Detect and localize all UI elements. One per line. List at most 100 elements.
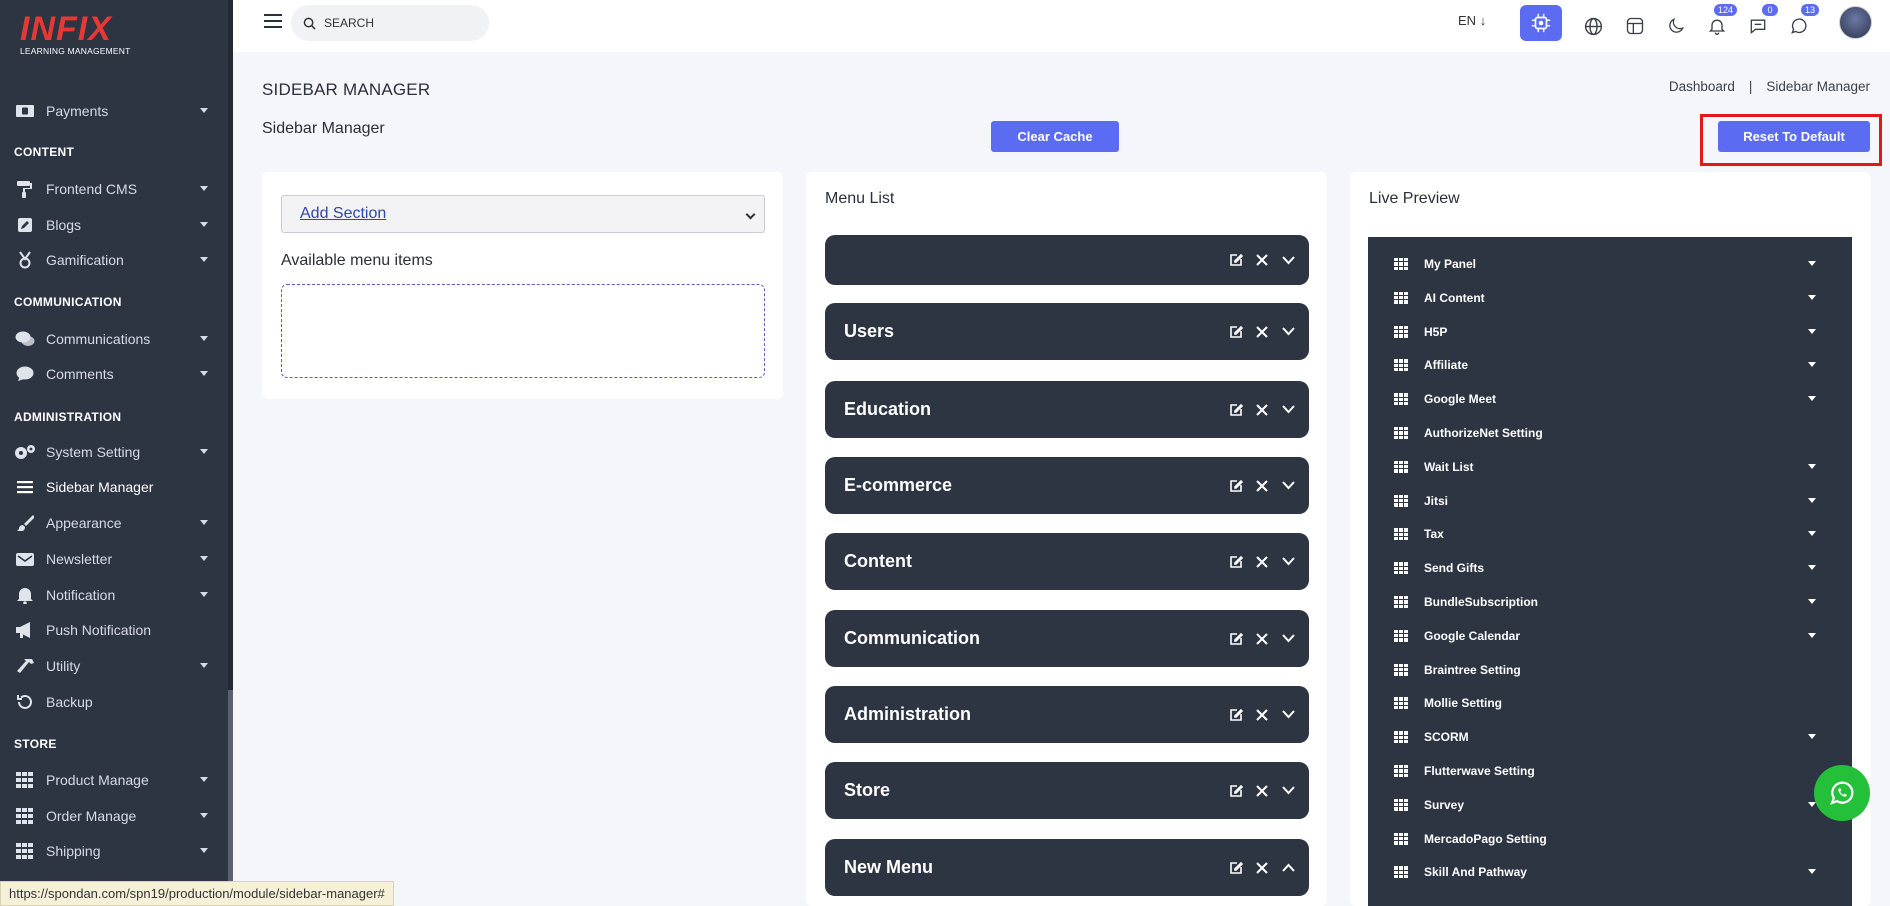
add-section-select[interactable]: Add Section bbox=[281, 195, 765, 233]
sidebar-item-comments[interactable]: Comments bbox=[0, 356, 228, 392]
sidebar-item-blogs[interactable]: Blogs bbox=[0, 207, 228, 243]
chevron-down-icon[interactable] bbox=[1275, 549, 1301, 575]
menu-section[interactable]: Store bbox=[825, 762, 1309, 819]
search-input[interactable] bbox=[324, 16, 474, 30]
close-icon[interactable] bbox=[1249, 319, 1275, 345]
chevron-down-icon[interactable] bbox=[1275, 319, 1301, 345]
sidebar-scrollbar[interactable] bbox=[228, 0, 233, 906]
layout-button[interactable] bbox=[1617, 8, 1653, 44]
sidebar-item-newsletter[interactable]: Newsletter bbox=[0, 541, 228, 577]
sidebar-item-system-setting[interactable]: System Setting bbox=[0, 434, 228, 470]
search-box[interactable] bbox=[291, 5, 489, 41]
close-icon[interactable] bbox=[1249, 626, 1275, 652]
sidebar-item-product-manage[interactable]: Product Manage bbox=[0, 762, 228, 798]
chevron-down-icon[interactable] bbox=[1275, 247, 1301, 273]
whatsapp-float-button[interactable] bbox=[1814, 765, 1870, 821]
edit-icon[interactable] bbox=[1223, 473, 1249, 499]
edit-icon[interactable] bbox=[1223, 319, 1249, 345]
preview-item[interactable]: SCORM bbox=[1368, 720, 1852, 754]
menu-section[interactable]: Content bbox=[825, 533, 1309, 590]
sidebar-item-frontend-cms[interactable]: Frontend CMS bbox=[0, 171, 228, 207]
sidebar-item-sidebar-manager[interactable]: Sidebar Manager bbox=[0, 469, 228, 505]
preview-item[interactable]: Wait List bbox=[1368, 450, 1852, 484]
ai-chip-button[interactable] bbox=[1520, 5, 1562, 41]
sidebar-item-push-notification[interactable]: Push Notification bbox=[0, 612, 228, 648]
preview-item[interactable]: Jitsi bbox=[1368, 484, 1852, 518]
preview-item[interactable]: Send Gifts bbox=[1368, 551, 1852, 585]
close-icon[interactable] bbox=[1249, 855, 1275, 881]
menu-section[interactable]: Administration bbox=[825, 686, 1309, 743]
edit-icon[interactable] bbox=[1223, 702, 1249, 728]
preview-item[interactable]: Google Calendar bbox=[1368, 619, 1852, 653]
close-icon[interactable] bbox=[1249, 397, 1275, 423]
user-avatar[interactable] bbox=[1839, 6, 1872, 39]
sidebar-item-label: Sidebar Manager bbox=[46, 479, 154, 495]
close-icon[interactable] bbox=[1249, 778, 1275, 804]
preview-item[interactable]: BundleSubscription bbox=[1368, 585, 1852, 619]
sidebar-item-order-manage[interactable]: Order Manage bbox=[0, 798, 228, 834]
grid-icon bbox=[1394, 291, 1408, 304]
close-icon[interactable] bbox=[1249, 702, 1275, 728]
preview-item[interactable]: H5P bbox=[1368, 315, 1852, 349]
chat-button[interactable]: 13 bbox=[1781, 4, 1819, 44]
close-icon[interactable] bbox=[1249, 473, 1275, 499]
topbar: EN ↓ 124 0 13 bbox=[233, 0, 1890, 52]
available-menu-items-dropzone[interactable] bbox=[281, 284, 765, 378]
globe-button[interactable] bbox=[1575, 8, 1611, 44]
menu-section[interactable]: Education bbox=[825, 381, 1309, 438]
preview-item[interactable]: Google Meet bbox=[1368, 382, 1852, 416]
caret-down-icon bbox=[200, 556, 208, 561]
dark-mode-button[interactable] bbox=[1658, 8, 1694, 44]
preview-item[interactable]: AI Content bbox=[1368, 281, 1852, 315]
chevron-up-icon[interactable] bbox=[1275, 855, 1301, 881]
menu-section[interactable]: E-commerce bbox=[825, 457, 1309, 514]
language-selector[interactable]: EN ↓ bbox=[1458, 13, 1486, 28]
menu-section[interactable]: Users bbox=[825, 303, 1309, 360]
menu-section[interactable]: New Menu bbox=[825, 839, 1309, 896]
clear-cache-button[interactable]: Clear Cache bbox=[991, 121, 1119, 152]
preview-item[interactable]: Skill And Pathway bbox=[1368, 855, 1852, 889]
chevron-down-icon[interactable] bbox=[1275, 778, 1301, 804]
sidebar-item-payments[interactable]: Payments bbox=[0, 93, 228, 129]
sidebar-item-utility[interactable]: Utility bbox=[0, 648, 228, 684]
sidebar-item-label: Communications bbox=[46, 331, 151, 347]
breadcrumb-dashboard[interactable]: Dashboard bbox=[1669, 79, 1735, 94]
edit-icon[interactable] bbox=[1223, 855, 1249, 881]
preview-item[interactable]: Survey bbox=[1368, 788, 1852, 822]
edit-icon[interactable] bbox=[1223, 549, 1249, 575]
menu-section[interactable]: Communication bbox=[825, 610, 1309, 667]
sidebar-item-notification[interactable]: Notification bbox=[0, 577, 228, 613]
chevron-down-icon[interactable] bbox=[1275, 702, 1301, 728]
preview-item[interactable]: Flutterwave Setting bbox=[1368, 754, 1852, 788]
logo[interactable]: INFIX LEARNING MANAGEMENT bbox=[20, 12, 160, 64]
chevron-down-icon[interactable] bbox=[1275, 626, 1301, 652]
edit-icon[interactable] bbox=[1223, 397, 1249, 423]
preview-item[interactable]: My Panel bbox=[1368, 247, 1852, 281]
edit-icon[interactable] bbox=[1223, 626, 1249, 652]
chevron-down-icon[interactable] bbox=[1275, 473, 1301, 499]
reset-to-default-button[interactable]: Reset To Default bbox=[1718, 121, 1870, 152]
megaphone-icon bbox=[14, 621, 36, 639]
chevron-down-icon[interactable] bbox=[1275, 397, 1301, 423]
notifications-button[interactable]: 124 bbox=[1699, 4, 1737, 44]
close-icon[interactable] bbox=[1249, 247, 1275, 273]
close-icon[interactable] bbox=[1249, 549, 1275, 575]
grid-icon bbox=[1394, 494, 1408, 507]
preview-item[interactable]: MercadoPago Setting bbox=[1368, 822, 1852, 856]
preview-item[interactable]: Mollie Setting bbox=[1368, 686, 1852, 720]
edit-icon[interactable] bbox=[1223, 247, 1249, 273]
sidebar-item-shipping[interactable]: Shipping bbox=[0, 833, 228, 869]
sidebar-item-gamification[interactable]: Gamification bbox=[0, 242, 228, 278]
preview-item[interactable]: Braintree Setting bbox=[1368, 653, 1852, 687]
scrollbar-thumb[interactable] bbox=[228, 690, 233, 906]
sidebar-item-communications[interactable]: Communications bbox=[0, 321, 228, 357]
preview-item[interactable]: Affiliate bbox=[1368, 348, 1852, 382]
edit-icon[interactable] bbox=[1223, 778, 1249, 804]
sidebar-item-backup[interactable]: Backup bbox=[0, 684, 228, 720]
preview-item[interactable]: Tax bbox=[1368, 517, 1852, 551]
preview-item[interactable]: AuthorizeNet Setting bbox=[1368, 416, 1852, 450]
menu-section[interactable] bbox=[825, 235, 1309, 285]
sidebar-item-appearance[interactable]: Appearance bbox=[0, 505, 228, 541]
hamburger-menu-icon[interactable] bbox=[264, 14, 282, 28]
messages-button[interactable]: 0 bbox=[1740, 4, 1778, 44]
